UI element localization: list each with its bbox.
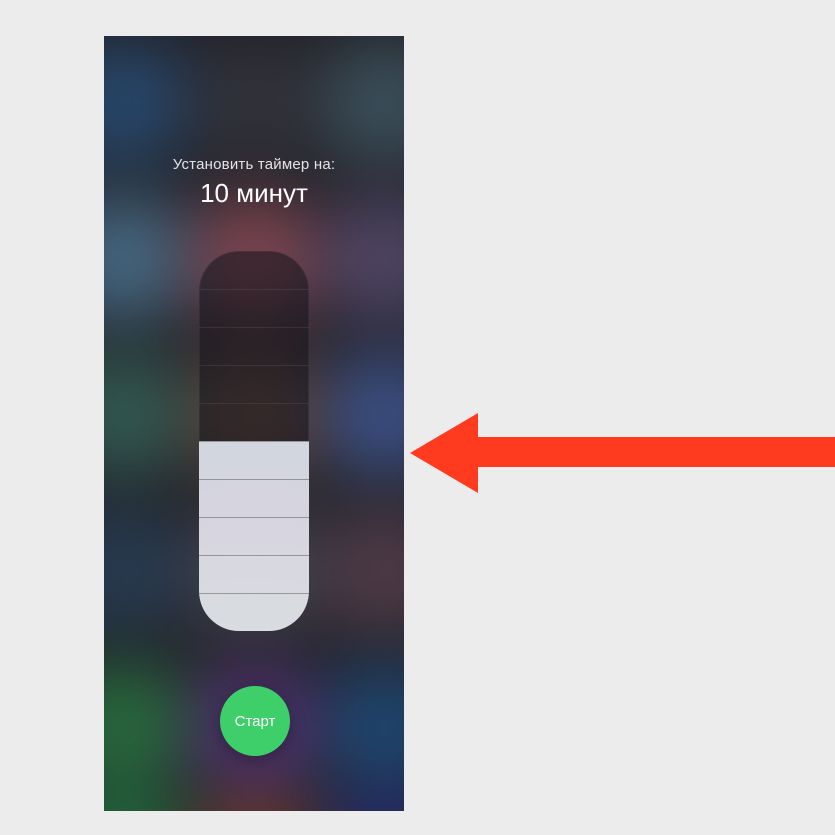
slider-fill — [199, 441, 309, 631]
slider-tick — [199, 327, 309, 328]
arrow-shaft — [470, 437, 835, 467]
slider-tick — [199, 593, 309, 594]
timer-duration-slider[interactable] — [199, 251, 309, 631]
slider-tick — [199, 441, 309, 442]
timer-value-label: 10 минут — [104, 178, 404, 209]
slider-tick — [199, 555, 309, 556]
slider-tick — [199, 289, 309, 290]
timer-prompt-label: Установить таймер на: — [104, 156, 404, 173]
phone-screenshot: Установить таймер на: 10 минут Старт — [104, 36, 404, 811]
slider-tick — [199, 365, 309, 366]
arrow-head-icon — [410, 413, 478, 493]
slider-tick — [199, 403, 309, 404]
slider-tick — [199, 517, 309, 518]
slider-tick — [199, 479, 309, 480]
start-button-label: Старт — [235, 713, 276, 730]
start-button[interactable]: Старт — [220, 686, 290, 756]
